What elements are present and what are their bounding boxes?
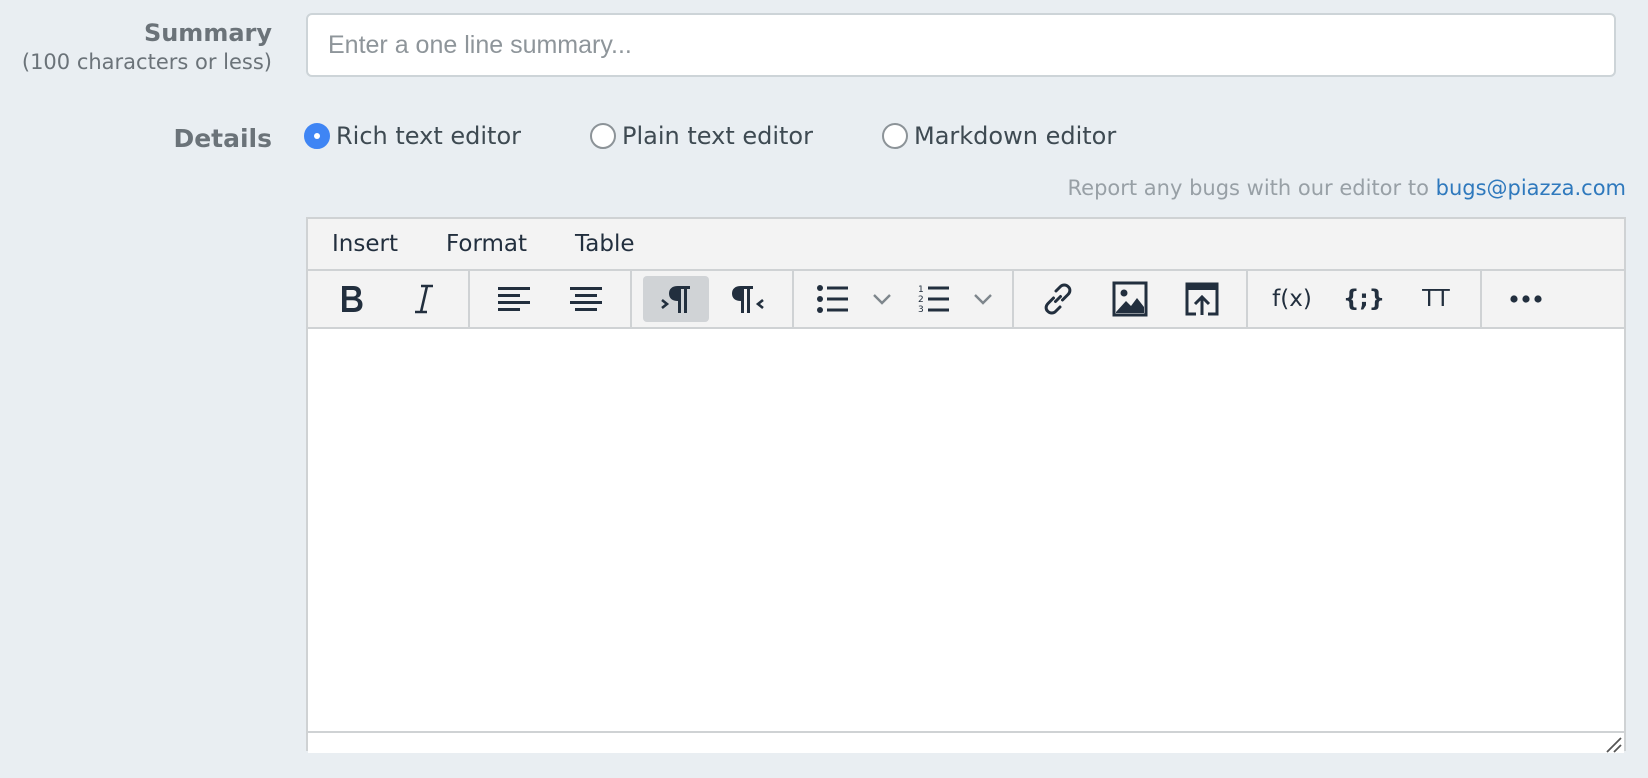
rich-text-label: Rich text editor [336,122,522,150]
code-icon: {;} [1343,286,1385,312]
plain-text-editor-option[interactable]: Plain text editor [590,122,813,150]
bullet-list-icon [817,285,848,313]
report-bugs-line: Report any bugs with our editor to bugs@… [1068,176,1626,200]
menu-table[interactable]: Table [567,231,642,257]
numbered-list-dropdown[interactable] [965,276,1001,322]
rtl-icon [732,286,764,313]
toolbar-group-lists: 1 2 3 [794,271,1014,327]
svg-text:2: 2 [918,295,924,305]
rich-text-radio[interactable] [304,123,330,149]
toolbar-group-more [1482,271,1570,327]
image-icon [1112,281,1148,317]
toolbar-group-text-style [308,271,470,327]
image-button[interactable] [1097,276,1163,322]
chevron-down-icon [974,294,992,305]
tt-icon: TT [1422,286,1450,312]
formula-button[interactable]: f(x) [1259,276,1325,322]
bullet-list-dropdown[interactable] [864,276,900,322]
ltr-button[interactable] [643,276,709,322]
toolbar-group-direction [632,271,794,327]
resize-handle-icon[interactable] [1604,735,1622,753]
numbered-list-icon: 1 2 3 [918,285,949,315]
link-button[interactable] [1025,276,1091,322]
ltr-icon [661,286,690,313]
report-bugs-link[interactable]: bugs@piazza.com [1436,176,1626,200]
tt-button[interactable]: TT [1403,276,1469,322]
markdown-editor-option[interactable]: Markdown editor [882,122,1116,150]
summary-label-group: Summary (100 characters or less) [0,18,272,76]
link-icon [1044,283,1072,315]
toolbar-group-insert [1014,271,1248,327]
svg-text:1: 1 [918,285,924,295]
upload-button[interactable] [1169,276,1235,322]
align-left-icon [498,287,530,311]
rich-text-editor: Insert Format Table 1 2 3 f(x) {;} TT [306,217,1626,753]
editor-content-area[interactable] [308,329,1624,731]
formula-icon: f(x) [1272,286,1312,312]
editor-menubar: Insert Format Table [308,219,1624,269]
markdown-label: Markdown editor [914,122,1117,150]
summary-sublabel: (100 characters or less) [21,50,272,74]
markdown-radio[interactable] [882,123,908,149]
editor-toolbar: 1 2 3 f(x) {;} TT [308,269,1624,329]
align-center-button[interactable] [553,276,619,322]
rich-text-editor-option[interactable]: Rich text editor [304,122,521,150]
menu-insert[interactable]: Insert [324,231,406,257]
more-button[interactable] [1493,276,1559,322]
numbered-list-button[interactable]: 1 2 3 [906,276,962,322]
report-text: Report any bugs with our editor to [1067,176,1436,200]
summary-input[interactable] [306,13,1616,77]
bullet-list-button[interactable] [805,276,861,322]
toolbar-group-special: f(x) {;} TT [1248,271,1482,327]
chevron-down-icon [873,294,891,305]
details-label: Details [173,124,272,153]
menu-format[interactable]: Format [438,231,535,257]
plain-text-label: Plain text editor [622,122,813,150]
upload-icon [1185,282,1219,316]
align-center-icon [570,287,602,311]
bold-button[interactable] [319,276,385,322]
editor-statusbar [308,731,1624,753]
summary-label: Summary [143,19,272,47]
toolbar-group-align [470,271,632,327]
rtl-button[interactable] [715,276,781,322]
svg-text:3: 3 [918,305,924,315]
code-button[interactable]: {;} [1331,276,1397,322]
plain-text-radio[interactable] [590,123,616,149]
align-left-button[interactable] [481,276,547,322]
italic-button[interactable] [391,276,457,322]
italic-icon [415,284,433,314]
bold-icon [342,286,363,312]
more-icon [1510,295,1542,303]
